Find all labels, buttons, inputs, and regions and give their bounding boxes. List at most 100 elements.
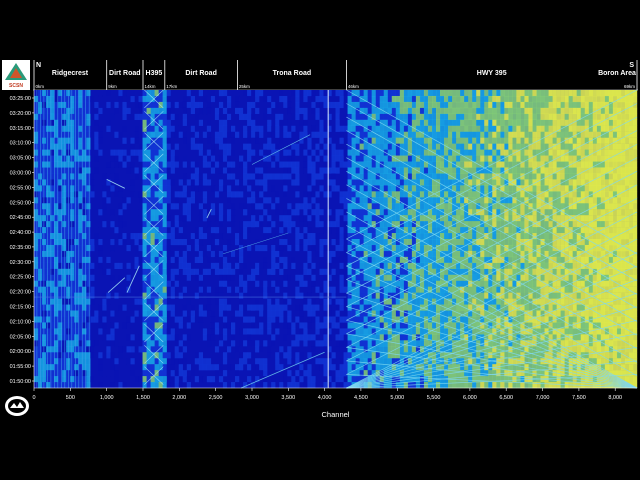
heat-cell [460,161,465,168]
heat-cell [347,364,352,371]
heat-cell [315,358,320,365]
heat-cell [415,95,421,103]
heat-cell [415,185,421,192]
heat-cell [150,250,155,258]
heat-cell [275,352,280,359]
heat-cell [355,274,360,281]
heat-cell [162,358,167,365]
heat-cell [383,167,388,174]
heat-cell [247,250,252,258]
heat-cell [440,131,445,138]
heat-cell [520,262,525,269]
heat-cell [472,119,477,126]
heat-cell [339,376,344,383]
heat-cell [419,107,425,115]
heat-cell [178,382,183,389]
heat-cell [214,137,220,144]
heat-cell [295,227,300,234]
heat-cell [170,256,175,264]
heat-cell [375,191,380,198]
heat-cell [516,107,521,115]
heat-cell [339,346,344,353]
heat-cell [311,286,316,293]
heat-cell [190,125,195,132]
heat-cell [512,143,517,150]
heat-cell [58,203,63,210]
heat-cell [403,143,409,150]
heat-cell [243,113,248,120]
heat-cell [423,90,429,97]
heat-cell [202,227,208,234]
heat-cell [335,310,340,317]
heat-cell [411,173,417,180]
heat-cell [456,107,461,115]
heat-cell [174,239,179,246]
heat-cell [90,274,95,281]
heat-cell [86,382,91,389]
heat-cell [423,149,429,156]
heat-cell [311,125,316,132]
heat-cell [295,179,300,186]
heat-cell [271,185,276,192]
heat-cell [34,239,39,246]
heat-cell [411,101,417,109]
heat-cell [122,304,127,311]
heat-cell [114,239,119,246]
heat-cell [472,179,477,186]
heat-cell [379,155,384,162]
heat-cell [62,280,67,287]
heat-cell [363,107,368,115]
heat-cell [460,119,465,126]
heat-cell [359,250,364,258]
heat-cell [359,340,364,347]
heat-cell [311,119,316,126]
heat-cell [484,113,489,120]
heat-cell [98,262,103,269]
heat-cell [178,340,183,347]
heat-cell [436,131,441,138]
heat-cell [299,316,304,323]
heat-cell [355,197,360,204]
heat-cell [46,185,51,192]
heat-cell [130,358,135,365]
heat-cell [395,310,401,317]
heat-cell [295,101,300,109]
heat-cell [255,167,260,174]
heat-cell [62,227,67,234]
heat-cell [391,340,396,347]
heat-cell [387,119,392,126]
heat-cell [166,161,171,168]
heat-cell [371,334,376,341]
heat-cell [379,346,384,353]
heat-cell [178,179,183,186]
heat-cell [395,137,401,144]
heat-cell [162,304,167,311]
heat-cell [303,161,308,168]
heat-cell [311,239,316,246]
heat-cell [323,328,328,335]
heat-cell [528,137,533,144]
heat-cell [198,304,204,311]
heat-cell [226,382,232,389]
heat-cell [198,90,204,97]
heat-cell [154,340,159,347]
heat-cell [307,376,312,383]
heat-cell [395,268,401,275]
heat-cell [162,119,167,126]
heat-cell [395,179,401,186]
heat-cell [472,137,477,144]
heat-cell [62,376,67,383]
heat-cell [339,268,344,275]
heat-cell [496,149,501,156]
heat-cell [46,298,51,305]
heat-cell [299,292,304,299]
heat-cell [74,358,79,365]
heat-cell [267,328,272,335]
heat-cell [34,334,39,341]
heat-cell [536,119,541,126]
heat-cell [34,221,39,228]
heat-cell [387,161,392,168]
heat-cell [347,137,352,144]
heat-cell [319,298,324,305]
heat-cell [339,125,344,132]
